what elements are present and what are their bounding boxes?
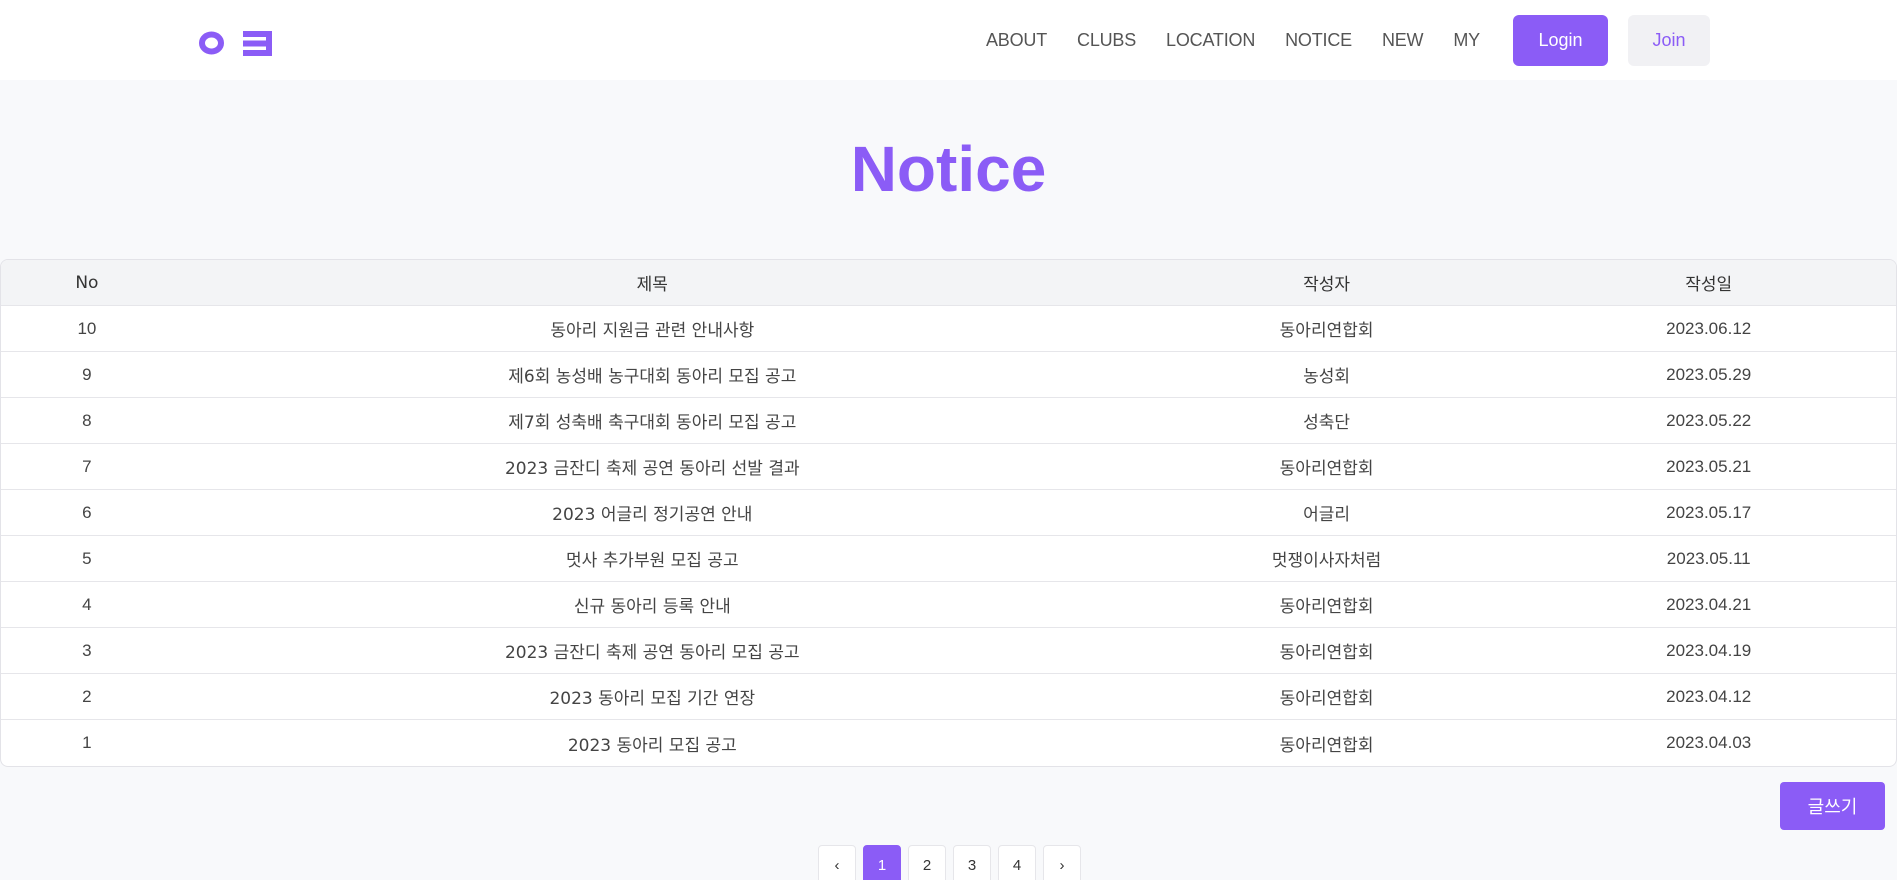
table-row[interactable]: 1 2023 동아리 모집 공고 동아리연합회 2023.04.03: [1, 720, 1896, 766]
nav-my[interactable]: MY: [1453, 30, 1480, 51]
page-title: Notice: [850, 133, 1047, 205]
cell-date: 2023.04.12: [1666, 686, 1752, 706]
cell-no: 9: [82, 364, 92, 384]
cell-no: 6: [82, 502, 92, 522]
table-row[interactable]: 4 신규 동아리 등록 안내 동아리연합회 2023.04.21: [1, 582, 1896, 628]
cell-title[interactable]: 제6회 농성배 농구대회 동아리 모집 공고: [173, 362, 1132, 387]
cell-no: 7: [82, 456, 92, 476]
cell-no: 10: [77, 318, 97, 338]
table-row[interactable]: 2 2023 동아리 모집 기간 연장 동아리연합회 2023.04.12: [1, 674, 1896, 720]
cell-title[interactable]: 2023 금잔디 축제 공연 동아리 선발 결과: [173, 454, 1132, 479]
cell-author: 동아리연합회: [1279, 597, 1374, 617]
pagination: ‹ 1 2 3 4 ›: [818, 845, 1088, 880]
cell-no: 2: [82, 686, 92, 706]
column-header-author: 작성자: [1303, 275, 1351, 295]
cell-title[interactable]: 제7회 성축배 축구대회 동아리 모집 공고: [173, 408, 1132, 433]
cell-author: 농성회: [1303, 367, 1351, 387]
table-header-row: No 제목 작성자 작성일: [1, 260, 1896, 306]
cell-author: 동아리연합회: [1279, 643, 1374, 663]
cell-no: 4: [82, 594, 92, 614]
nav-about[interactable]: ABOUT: [986, 30, 1047, 51]
cell-date: 2023.04.03: [1666, 733, 1752, 752]
column-header-date: 작성일: [1685, 275, 1733, 294]
cell-date: 2023.05.22: [1666, 410, 1752, 430]
cell-no: 3: [82, 640, 92, 660]
cell-title[interactable]: 동아리 지원금 관련 안내사항: [173, 316, 1132, 341]
cell-title[interactable]: 2023 동아리 모집 공고: [173, 731, 1132, 756]
nav-location[interactable]: LOCATION: [1166, 30, 1255, 51]
table-row[interactable]: 6 2023 어글리 정기공연 안내 어글리 2023.05.17: [1, 490, 1896, 536]
column-header-title: 제목: [636, 275, 668, 295]
page-button-2[interactable]: 2: [908, 845, 946, 880]
cell-date: 2023.05.29: [1666, 364, 1752, 384]
page-button-3[interactable]: 3: [953, 845, 991, 880]
cell-author: 동아리연합회: [1279, 459, 1374, 479]
login-button[interactable]: Login: [1513, 15, 1608, 66]
cell-author: 성축단: [1303, 413, 1351, 433]
page-button-4[interactable]: 4: [998, 845, 1036, 880]
table-row[interactable]: 9 제6회 농성배 농구대회 동아리 모집 공고 농성회 2023.05.29: [1, 352, 1896, 398]
cell-date: 2023.06.12: [1666, 318, 1752, 338]
header: ABOUT CLUBS LOCATION NOTICE NEW MY Login…: [0, 0, 1897, 80]
cell-title[interactable]: 2023 어글리 정기공연 안내: [173, 500, 1132, 525]
column-header-no: No: [75, 272, 99, 293]
table-row[interactable]: 5 멋사 추가부원 모집 공고 멋쟁이사자처럼 2023.05.11: [1, 536, 1896, 582]
nav-notice[interactable]: NOTICE: [1285, 30, 1352, 51]
cell-title[interactable]: 2023 동아리 모집 기간 연장: [173, 684, 1132, 709]
cell-title[interactable]: 2023 금잔디 축제 공연 동아리 모집 공고: [173, 638, 1132, 663]
nav-new[interactable]: NEW: [1382, 30, 1424, 51]
cell-author: 멋쟁이사자처럼: [1271, 551, 1382, 571]
cell-author: 동아리연합회: [1279, 321, 1374, 341]
cell-no: 8: [82, 410, 92, 430]
main-nav: ABOUT CLUBS LOCATION NOTICE NEW MY: [986, 0, 1510, 80]
cell-title[interactable]: 멋사 추가부원 모집 공고: [173, 546, 1132, 571]
cell-date: 2023.04.21: [1666, 594, 1752, 614]
cell-author: 동아리연합회: [1279, 735, 1374, 756]
table-row[interactable]: 10 동아리 지원금 관련 안내사항 동아리연합회 2023.06.12: [1, 306, 1896, 352]
cell-author: 동아리연합회: [1279, 689, 1374, 709]
cell-date: 2023.04.19: [1666, 640, 1752, 660]
cell-date: 2023.05.17: [1666, 502, 1752, 522]
table-row[interactable]: 7 2023 금잔디 축제 공연 동아리 선발 결과 동아리연합회 2023.0…: [1, 444, 1896, 490]
cell-date: 2023.05.11: [1666, 548, 1751, 568]
chevron-left-icon[interactable]: ‹: [818, 845, 856, 880]
table-row[interactable]: 3 2023 금잔디 축제 공연 동아리 모집 공고 동아리연합회 2023.0…: [1, 628, 1896, 674]
cell-no: 5: [82, 548, 92, 568]
write-button[interactable]: 글쓰기: [1780, 782, 1885, 830]
nav-clubs[interactable]: CLUBS: [1077, 30, 1136, 51]
cell-date: 2023.05.21: [1666, 456, 1752, 476]
cell-no: 1: [82, 733, 92, 752]
join-button[interactable]: Join: [1628, 15, 1710, 66]
chevron-right-icon[interactable]: ›: [1043, 845, 1081, 880]
logo-icon[interactable]: [199, 30, 274, 56]
table-row[interactable]: 8 제7회 성축배 축구대회 동아리 모집 공고 성축단 2023.05.22: [1, 398, 1896, 444]
notice-table: No 제목 작성자 작성일 10 동아리 지원금 관련 안내사항 동아리연합회 …: [0, 259, 1897, 767]
cell-title[interactable]: 신규 동아리 등록 안내: [173, 592, 1132, 617]
cell-author: 어글리: [1303, 505, 1351, 525]
page-button-1[interactable]: 1: [863, 845, 901, 880]
